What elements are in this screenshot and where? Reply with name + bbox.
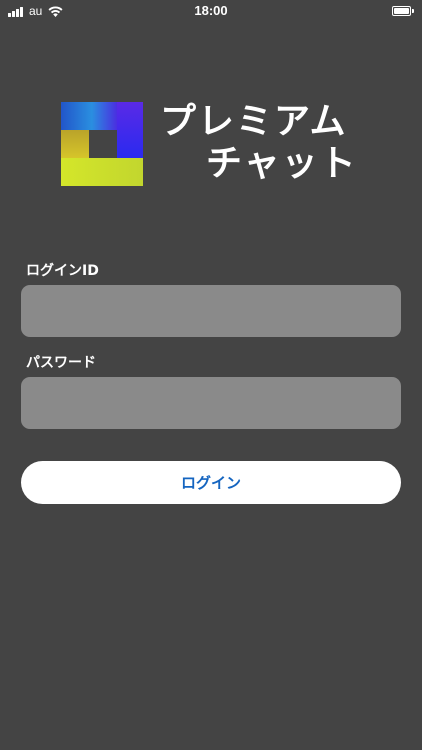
app-logo-title: プレミアム チャット (160, 100, 358, 184)
password-label: パスワード (26, 355, 96, 371)
app-logo-icon (61, 102, 143, 186)
login-id-label: ログインID (26, 263, 99, 279)
battery-icon (392, 5, 414, 16)
login-id-input[interactable] (21, 285, 401, 337)
logo-title-line2: チャット (206, 142, 358, 184)
status-time: 18:00 (194, 3, 228, 18)
password-input[interactable] (21, 377, 401, 429)
login-button[interactable]: ログイン (21, 461, 401, 504)
status-bar: au 18:00 (0, 0, 422, 22)
logo-title-line1: プレミアム (160, 100, 348, 142)
